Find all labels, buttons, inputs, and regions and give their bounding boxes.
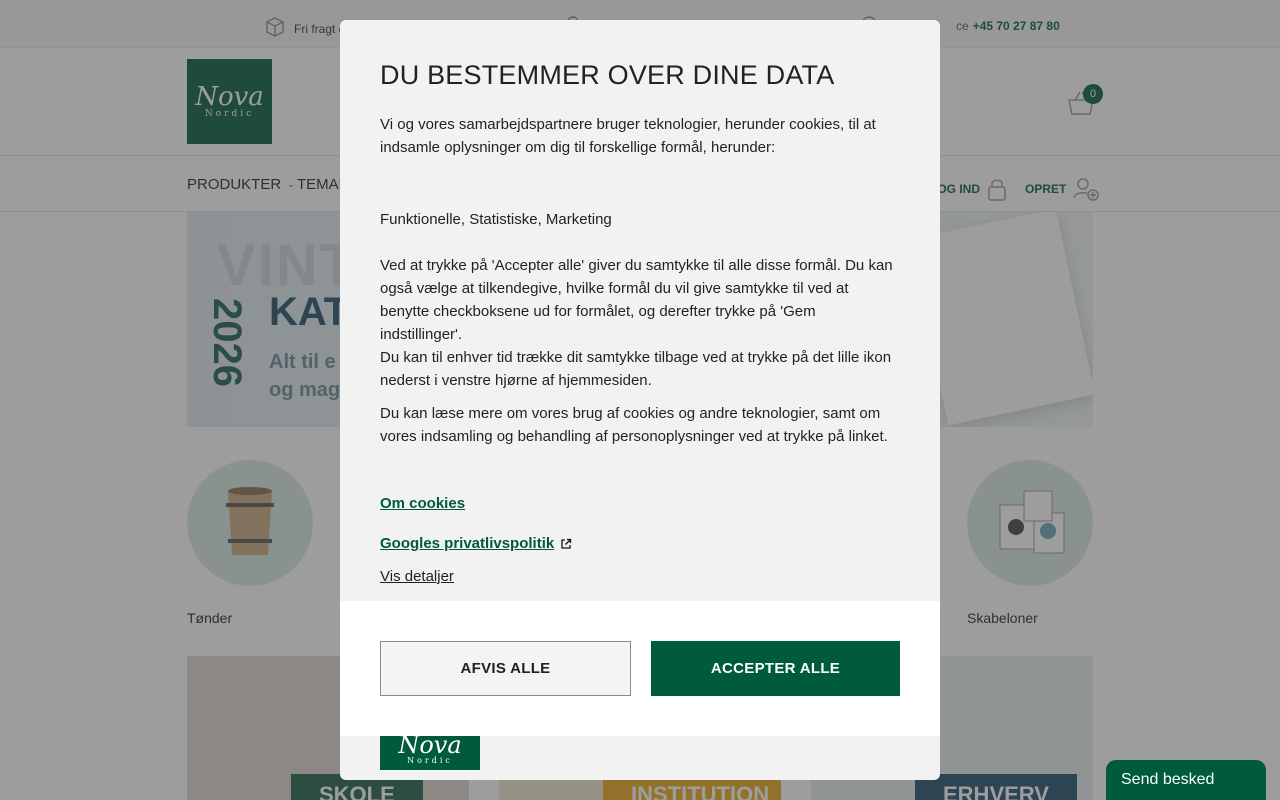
consent-intro: Vi og vores samarbejdspartnere bruger te… [380,116,876,156]
consent-withdraw-info-text: Du kan til enhver tid trække dit samtykk… [380,349,892,389]
external-link-icon [561,538,572,549]
consent-button-bar: AFVIS ALLE ACCEPTER ALLE [340,601,940,736]
consent-purposes: Funktionelle, Statistiske, Marketing [380,211,612,228]
reject-all-button[interactable]: AFVIS ALLE [380,641,631,696]
consent-more-info: Du kan læse mere om vores brug af cookie… [380,405,888,445]
consent-accept-info: Ved at trykke på 'Accepter alle' giver d… [380,254,900,392]
cookie-consent-dialog: DU BESTEMMER OVER DINE DATA Vi og vores … [340,20,940,780]
about-cookies-link[interactable]: Om cookies [380,495,465,512]
about-cookies-label: Om cookies [380,495,466,512]
consent-logo-subtext: Nordic [407,756,453,765]
consent-logo: Nova Nordic [380,736,480,770]
google-privacy-link[interactable]: Googles privatlivspolitik [380,535,572,552]
consent-accept-info-text: Ved at trykke på 'Accepter alle' giver d… [380,257,893,343]
consent-logo-text: Nova [398,736,462,759]
consent-title: DU BESTEMMER OVER DINE DATA [380,60,835,90]
google-privacy-label: Googles privatlivspolitik [380,535,555,552]
chat-widget-button[interactable]: Send besked [1106,760,1266,800]
show-details-link[interactable]: Vis detaljer [380,568,454,585]
accept-all-button[interactable]: ACCEPTER ALLE [651,641,900,696]
